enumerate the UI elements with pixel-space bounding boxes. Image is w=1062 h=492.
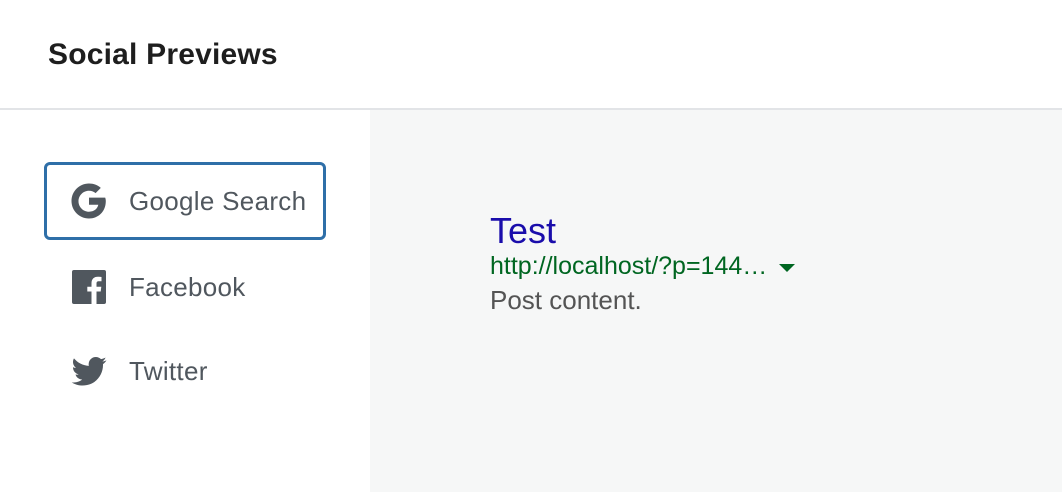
result-title-link[interactable]: Test [490, 210, 970, 252]
service-google-search[interactable]: Google Search [44, 162, 326, 240]
service-twitter[interactable]: Twitter [44, 332, 326, 410]
result-description: Post content. [490, 285, 642, 315]
result-url-row: http://localhost/?p=144… [490, 250, 970, 282]
service-label: Google Search [129, 185, 307, 216]
facebook-icon [69, 267, 109, 307]
social-service-list: Google Search Facebook Twitter [0, 110, 370, 492]
panel-title: Social Previews [48, 38, 278, 71]
twitter-icon [69, 351, 109, 391]
google-icon [69, 181, 109, 221]
service-label: Facebook [129, 271, 246, 302]
panel-header: Social Previews [0, 0, 1062, 110]
service-facebook[interactable]: Facebook [44, 248, 326, 326]
google-search-result: Test http://localhost/?p=144… Post conte… [490, 210, 970, 316]
caret-down-icon[interactable] [779, 264, 796, 272]
preview-pane: Test http://localhost/?p=144… Post conte… [370, 110, 1062, 492]
result-url: http://localhost/?p=144… [490, 251, 768, 280]
service-label: Twitter [129, 355, 208, 386]
